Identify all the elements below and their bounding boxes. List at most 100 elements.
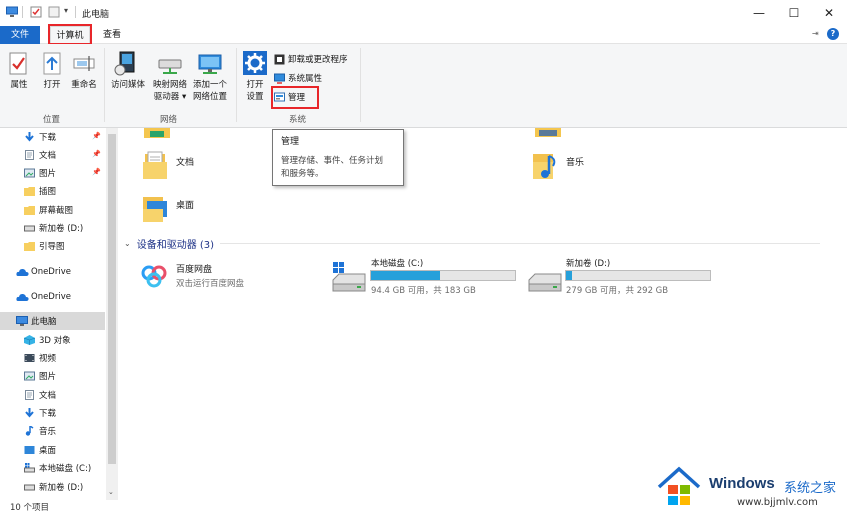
rename-button[interactable]: 重命名 <box>66 79 102 91</box>
add-location-label-2[interactable]: 网络位置 <box>190 91 230 103</box>
nav-item-illustrations[interactable]: 插图 <box>0 182 105 200</box>
nav-item-documents[interactable]: 文档 <box>0 386 105 404</box>
map-drive-label-1[interactable]: 映射网络 <box>150 79 190 91</box>
drive-icon <box>24 482 35 492</box>
nav-item-guide-images[interactable]: 引导图 <box>0 237 105 255</box>
tab-view[interactable]: 查看 <box>96 26 128 44</box>
folder-partial-icon[interactable] <box>535 128 561 140</box>
nav-scrollbar-thumb[interactable] <box>108 134 116 464</box>
separator <box>22 6 23 18</box>
volume-d-name[interactable]: 新加卷 (D:) <box>566 257 610 269</box>
map-drive-icon[interactable] <box>158 56 184 76</box>
open-button[interactable]: 打开 <box>38 79 66 91</box>
properties-button[interactable]: 属性 <box>4 79 34 91</box>
add-network-location-icon[interactable] <box>197 54 223 76</box>
map-drive-label-2[interactable]: 驱动器 ▾ <box>150 91 190 103</box>
nav-item-downloads-quick[interactable]: 下载 📌 <box>0 128 105 146</box>
tab-file[interactable]: 文件 <box>0 26 40 44</box>
tooltip-desc-line-1: 管理存储、事件、任务计划 <box>281 156 384 166</box>
nav-label: 本地磁盘 (C:) <box>39 464 92 474</box>
access-media-button[interactable]: 访问媒体 <box>108 79 148 91</box>
nav-label: 屏幕截图 <box>39 206 74 216</box>
nav-item-volume-d[interactable]: 新加卷 (D:) <box>0 478 105 496</box>
help-icon[interactable]: ? <box>827 28 839 40</box>
desktop-folder-icon[interactable] <box>143 193 169 223</box>
nav-item-onedrive-1[interactable]: OneDrive <box>0 263 105 281</box>
nav-label: 插图 <box>39 187 57 197</box>
properties-quick-icon[interactable] <box>30 6 42 18</box>
quick-access-dropdown[interactable]: ▾ <box>64 6 68 15</box>
nav-label: OneDrive <box>31 292 71 302</box>
local-disk-c-info: 94.4 GB 可用，共 183 GB <box>371 286 476 296</box>
picture-icon <box>24 371 35 381</box>
settings-gear-icon[interactable] <box>243 51 267 75</box>
minimize-button[interactable]: — <box>742 0 776 26</box>
nav-item-3d-objects[interactable]: 3D 对象 <box>0 331 105 349</box>
baidu-netdisk-subtitle: 双击运行百度网盘 <box>176 279 245 289</box>
scroll-down-arrow-icon[interactable]: ⌄ <box>108 488 114 496</box>
nav-label: 文档 <box>39 391 57 401</box>
group-label-network: 网络 <box>160 115 178 125</box>
group-label-location: 位置 <box>43 115 61 125</box>
manage-tooltip: 管理 管理存储、事件、任务计划 和服务等。 <box>272 129 404 186</box>
music-folder-icon[interactable] <box>533 150 559 180</box>
nav-item-onedrive-2[interactable]: OneDrive <box>0 288 105 306</box>
tooltip-description: 管理存储、事件、任务计划 和服务等。 <box>281 155 395 181</box>
documents-folder-label[interactable]: 文档 <box>176 155 194 168</box>
nav-item-this-pc[interactable]: 此电脑 <box>0 312 105 330</box>
nav-item-desktop[interactable]: 桌面 <box>0 441 105 459</box>
window-title: 此电脑 <box>82 10 110 20</box>
nav-label: 下载 <box>39 409 57 419</box>
documents-folder-icon[interactable] <box>143 150 169 180</box>
nav-label: 下载 <box>39 133 57 143</box>
uninstall-label: 卸载或更改程序 <box>288 55 348 65</box>
separator <box>75 6 76 18</box>
section-divider <box>220 243 821 244</box>
pin-ribbon-icon[interactable]: ⇥ <box>812 29 819 38</box>
rename-icon[interactable] <box>72 52 96 76</box>
nav-label: 音乐 <box>39 427 57 437</box>
computer-icon[interactable] <box>6 6 18 18</box>
chevron-down-icon: ⌄ <box>124 239 131 248</box>
local-disk-c-name[interactable]: 本地磁盘 (C:) <box>371 257 423 269</box>
nav-item-videos[interactable]: 视频 <box>0 349 105 367</box>
nav-item-documents-quick[interactable]: 文档 📌 <box>0 146 105 164</box>
baidu-netdisk-icon[interactable] <box>140 262 168 288</box>
section-title: 设备和驱动器 (3) <box>136 240 215 251</box>
watermark-cn: 系统之家 <box>784 481 837 496</box>
properties-icon[interactable] <box>8 52 30 76</box>
pin-icon[interactable]: 📌 <box>92 168 101 176</box>
nav-item-volume-d-quick[interactable]: 新加卷 (D:) <box>0 219 105 237</box>
maximize-button[interactable]: ☐ <box>777 0 811 26</box>
access-media-icon[interactable] <box>114 50 138 78</box>
baidu-netdisk-name[interactable]: 百度网盘 <box>176 262 212 275</box>
download-arrow-icon <box>24 408 35 418</box>
nav-item-pictures-quick[interactable]: 图片 📌 <box>0 164 105 182</box>
nav-item-music[interactable]: 音乐 <box>0 422 105 440</box>
pin-icon[interactable]: 📌 <box>92 132 101 140</box>
new-folder-quick-icon[interactable] <box>48 6 60 18</box>
system-drive-icon <box>24 463 35 473</box>
nav-item-downloads[interactable]: 下载 <box>0 404 105 422</box>
system-properties-button[interactable]: 系统属性 <box>274 72 322 84</box>
item-count: 10 个项目 <box>10 503 50 513</box>
music-folder-label[interactable]: 音乐 <box>566 155 584 168</box>
open-settings-label-1[interactable]: 打开 <box>240 79 270 91</box>
uninstall-program-button[interactable]: 卸载或更改程序 <box>274 53 348 65</box>
folder-partial-icon[interactable] <box>144 128 170 140</box>
open-icon[interactable] <box>41 52 63 76</box>
nav-item-screenshots[interactable]: 屏幕截图 <box>0 201 105 219</box>
3d-cube-icon <box>23 335 36 345</box>
highlight-box-manage <box>271 86 319 109</box>
local-disk-c-icon[interactable] <box>331 262 367 294</box>
section-header-devices[interactable]: ⌄ 设备和驱动器 (3) <box>124 236 821 251</box>
nav-item-local-disk-c[interactable]: 本地磁盘 (C:) <box>0 459 105 477</box>
close-button[interactable]: ✕ <box>812 0 846 26</box>
add-location-label-1[interactable]: 添加一个 <box>190 79 230 91</box>
open-settings-label-2[interactable]: 设置 <box>240 91 270 103</box>
nav-item-pictures[interactable]: 图片 <box>0 367 105 385</box>
desktop-folder-label[interactable]: 桌面 <box>176 198 194 211</box>
pin-icon[interactable]: 📌 <box>92 150 101 158</box>
highlight-box-tab <box>48 24 92 45</box>
volume-d-icon[interactable] <box>527 266 563 294</box>
